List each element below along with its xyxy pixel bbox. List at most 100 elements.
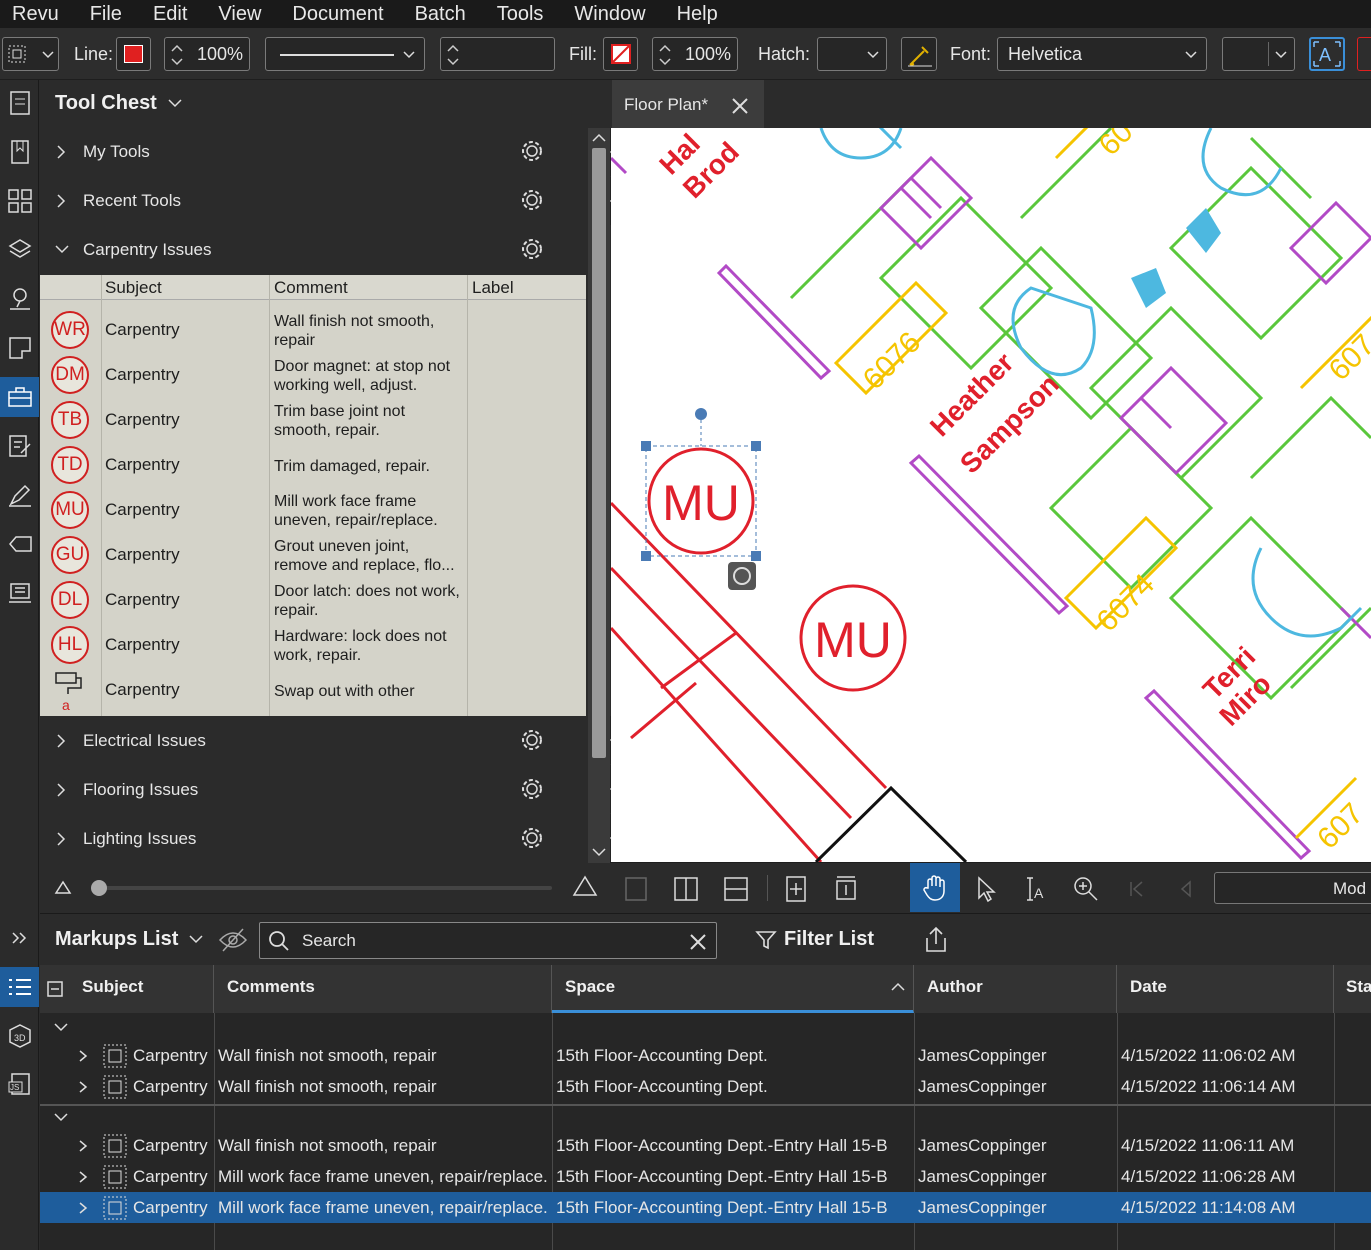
- col-label[interactable]: Label: [472, 275, 514, 300]
- add-page-icon[interactable]: [784, 875, 810, 903]
- tag-icon[interactable]: [0, 524, 39, 564]
- menu-batch[interactable]: Batch: [403, 0, 485, 28]
- scroll-up-icon[interactable]: [591, 132, 607, 144]
- tool-row-tb[interactable]: TB Carpentry Trim base joint not smooth,…: [40, 397, 586, 442]
- scroll-down-icon[interactable]: [591, 846, 607, 858]
- prev-page-icon[interactable]: [1177, 880, 1195, 898]
- slider-thumb[interactable]: [91, 880, 107, 896]
- gear-icon[interactable]: [518, 235, 546, 263]
- tool-row-mu[interactable]: MU Carpentry Mill work face frame uneven…: [40, 487, 586, 532]
- search-box[interactable]: Search: [259, 922, 717, 959]
- gear-icon[interactable]: [518, 775, 546, 803]
- split-horizontal-icon[interactable]: [723, 876, 749, 902]
- col-comment[interactable]: Comment: [274, 275, 348, 300]
- menu-tools[interactable]: Tools: [485, 0, 563, 28]
- floor-plan-canvas[interactable]: 6076 6074 607 60 607 Heather Sampson Ter…: [611, 128, 1371, 862]
- fill-color-button[interactable]: [603, 37, 638, 71]
- group-lighting-issues[interactable]: Lighting Issues: [40, 814, 588, 863]
- col-subject[interactable]: Subject: [75, 965, 214, 1013]
- tool-row-wr[interactable]: WR Carpentry Wall finish not smooth, rep…: [40, 307, 586, 352]
- tool-row-td[interactable]: TD Carpentry Trim damaged, repair.: [40, 442, 586, 487]
- markups-list-icon[interactable]: [0, 967, 39, 1007]
- expand-row-icon[interactable]: [77, 1049, 89, 1063]
- split-vertical-icon[interactable]: [673, 876, 699, 902]
- menu-document[interactable]: Document: [280, 0, 402, 28]
- font-size-dropdown[interactable]: [1222, 37, 1295, 71]
- eyedropper-button[interactable]: [901, 37, 937, 71]
- menu-revu[interactable]: Revu: [0, 0, 78, 28]
- col-subject[interactable]: Subject: [105, 275, 162, 300]
- line-color-button[interactable]: [116, 37, 151, 71]
- expand-row-icon[interactable]: [77, 1139, 89, 1153]
- location-icon[interactable]: [0, 279, 39, 319]
- font-dropdown[interactable]: Helvetica: [997, 37, 1207, 71]
- signature-icon[interactable]: [0, 475, 39, 515]
- col-space[interactable]: Space: [552, 965, 914, 1013]
- gear-icon[interactable]: [518, 726, 546, 754]
- spaces-icon[interactable]: [0, 328, 39, 368]
- select-arrow-icon[interactable]: [975, 875, 997, 903]
- selected-markup-mu[interactable]: MU: [641, 408, 761, 590]
- menu-file[interactable]: File: [78, 0, 141, 28]
- single-page-icon[interactable]: [624, 876, 648, 902]
- javascript-icon[interactable]: JS: [0, 1065, 39, 1105]
- expand-row-icon[interactable]: [77, 1201, 89, 1215]
- zoom-icon[interactable]: [1072, 875, 1100, 903]
- icon-size-slider[interactable]: [92, 886, 552, 890]
- line-style-dropdown[interactable]: [265, 37, 425, 71]
- search-input[interactable]: Search: [302, 931, 356, 951]
- measure-icon[interactable]: [0, 573, 39, 613]
- group-flooring-issues[interactable]: Flooring Issues: [40, 765, 588, 814]
- markup-row-selected[interactable]: Carpentry Mill work face frame uneven, r…: [40, 1192, 1371, 1223]
- fill-opacity-stepper[interactable]: 100%: [652, 37, 738, 71]
- expand-panel-icon[interactable]: [0, 918, 39, 958]
- tool-row-hl[interactable]: HL Carpentry Hardware: lock does not wor…: [40, 622, 586, 667]
- menu-window[interactable]: Window: [562, 0, 664, 28]
- expand-row-icon[interactable]: [77, 1080, 89, 1094]
- hatch-dropdown[interactable]: [817, 37, 887, 71]
- grid-icon[interactable]: [0, 181, 39, 221]
- text-format-button[interactable]: A: [1309, 37, 1345, 71]
- text-select-icon[interactable]: A: [1023, 875, 1049, 903]
- col-status[interactable]: Sta: [1334, 965, 1371, 1013]
- group-recent-tools[interactable]: Recent Tools: [40, 176, 588, 225]
- first-page-icon[interactable]: [1128, 880, 1146, 898]
- tool-chest-icon[interactable]: [0, 377, 39, 417]
- layers-icon[interactable]: [0, 230, 39, 270]
- collapse-all-icon[interactable]: [46, 980, 64, 998]
- menu-help[interactable]: Help: [665, 0, 737, 28]
- group-collapse-icon[interactable]: [53, 1021, 69, 1035]
- tool-chest-header[interactable]: Tool Chest: [55, 92, 187, 115]
- tool-chest-scrollbar[interactable]: [588, 128, 610, 863]
- markups-list-title-dropdown[interactable]: Markups List: [55, 928, 208, 951]
- scroll-thumb[interactable]: [592, 148, 606, 758]
- menu-view[interactable]: View: [206, 0, 280, 28]
- gear-icon[interactable]: [518, 137, 546, 165]
- expand-row-icon[interactable]: [77, 1170, 89, 1184]
- markup-mu[interactable]: MU: [799, 584, 907, 692]
- more-toolbar-button[interactable]: [1357, 37, 1371, 71]
- markup-row[interactable]: Carpentry Mill work face frame uneven, r…: [40, 1161, 1371, 1192]
- pan-tool-button[interactable]: [910, 863, 960, 912]
- page-mode-field[interactable]: Mod: [1214, 872, 1371, 904]
- 3d-icon[interactable]: 3D: [0, 1016, 39, 1056]
- clear-search-icon[interactable]: [688, 932, 708, 952]
- export-icon[interactable]: [924, 926, 948, 954]
- group-collapse-icon[interactable]: [53, 1111, 69, 1125]
- tool-row-dm[interactable]: DM Carpentry Door magnet: at stop not wo…: [40, 352, 586, 397]
- thumbnails-icon[interactable]: [0, 83, 39, 123]
- gear-icon[interactable]: [518, 824, 546, 852]
- filter-list-button[interactable]: Filter List: [755, 928, 874, 951]
- bookmarks-icon[interactable]: [0, 132, 39, 172]
- markup-row[interactable]: Carpentry Wall finish not smooth, repair…: [40, 1071, 1371, 1102]
- tool-row-gu[interactable]: GU Carpentry Grout uneven joint, remove …: [40, 532, 586, 577]
- hide-markups-icon[interactable]: [218, 926, 248, 954]
- tool-row-dl[interactable]: DL Carpentry Door latch: does not work, …: [40, 577, 586, 622]
- group-carpentry-issues[interactable]: Carpentry Issues: [40, 225, 588, 274]
- group-electrical-issues[interactable]: Electrical Issues: [40, 716, 588, 765]
- group-my-tools[interactable]: My Tools: [40, 127, 588, 176]
- col-comments[interactable]: Comments: [214, 965, 552, 1013]
- line-opacity-stepper[interactable]: 100%: [164, 37, 250, 71]
- close-icon[interactable]: [730, 96, 750, 116]
- menu-edit[interactable]: Edit: [141, 0, 206, 28]
